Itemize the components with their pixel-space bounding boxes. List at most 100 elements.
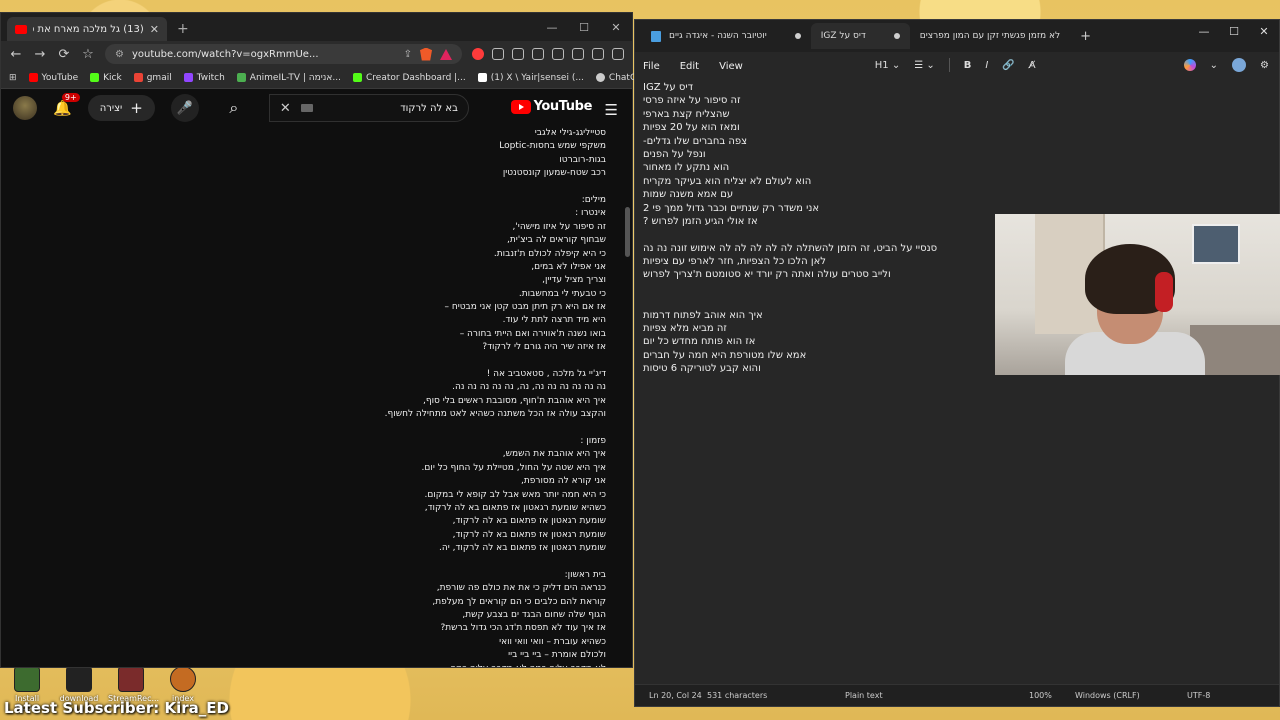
bold-button[interactable]: B bbox=[964, 60, 972, 71]
editor-line[interactable]: צפה בחברים שלו גדלים- bbox=[643, 135, 1063, 148]
tab-close-icon[interactable]: ✕ bbox=[150, 23, 159, 36]
bookmark-creator-dashboard[interactable]: Creator Dashboard |... bbox=[353, 73, 466, 83]
zoom-level[interactable]: 100% bbox=[1029, 691, 1052, 700]
apps-grid-icon[interactable]: ⊞ bbox=[9, 73, 17, 83]
bookmark-youtube[interactable]: YouTube bbox=[28, 73, 78, 83]
site-info-icon[interactable]: ⚙ bbox=[115, 49, 124, 60]
editor-line[interactable]: אני משדר רק שנתיים וכבר גדול ממך פי 2 bbox=[643, 202, 1063, 215]
lyrics-line: שומעת רגאטון אז פתאום בא לה לרקוד, bbox=[452, 516, 606, 527]
editor-line[interactable]: ונפל על הפנים bbox=[643, 148, 1063, 161]
notepad-toolbar: H1 ⌄ ☰ ⌄ B I 🔗 A̸ ⌄ ⚙ bbox=[874, 58, 1269, 72]
tab-title: (13) גל מלכה מארח את סטטיק - ... bbox=[33, 23, 144, 35]
notepad-tab-1[interactable]: יוטיובר השנה - איגדה גיים bbox=[641, 23, 811, 49]
browser-window: (13) גל מלכה מארח את סטטיק - ... ✕ + — ☐… bbox=[0, 12, 665, 668]
scrollbar[interactable] bbox=[625, 207, 630, 257]
lyrics-line: וצריך מציל עדיין, bbox=[542, 275, 606, 286]
record-extension-icon[interactable] bbox=[472, 48, 484, 60]
bookmark-x[interactable]: (1) X \ Yair|sensei (... bbox=[477, 73, 584, 83]
share-icon[interactable]: ⇪ bbox=[404, 49, 412, 60]
avatar[interactable] bbox=[13, 96, 37, 120]
encoding[interactable]: UTF-8 bbox=[1187, 691, 1210, 700]
unsaved-dot-icon bbox=[893, 33, 900, 39]
close-button[interactable]: ✕ bbox=[600, 13, 632, 41]
notepad-menubar: File Edit View H1 ⌄ ☰ ⌄ B I 🔗 A̸ ⌄ ⚙ bbox=[635, 52, 1279, 80]
clear-search-icon[interactable]: ✕ bbox=[280, 101, 291, 116]
hamburger-menu-icon[interactable]: ☰ bbox=[605, 101, 618, 119]
menu-edit[interactable]: Edit bbox=[680, 61, 699, 72]
desktop-icon-index[interactable]: index bbox=[160, 664, 206, 704]
notepad-maximize-button[interactable]: ☐ bbox=[1219, 20, 1249, 42]
brave-shields-icon[interactable] bbox=[420, 47, 432, 61]
puzzle-extensions-icon[interactable] bbox=[512, 48, 524, 60]
download-icon[interactable] bbox=[572, 48, 584, 60]
desktop-icon-install[interactable]: Install Goo... bbox=[4, 664, 50, 712]
lyrics-line: שומעת רגאטון אז פתאום בא לה לרקוד, bbox=[452, 529, 606, 540]
editor-line[interactable]: זה סיפור על איזה פרסי bbox=[643, 94, 1063, 107]
bookmark-gmail[interactable]: gmail bbox=[133, 73, 172, 83]
new-tab-button[interactable]: + bbox=[177, 21, 189, 37]
bookmark-kick[interactable]: Kick bbox=[90, 73, 122, 83]
media-icon[interactable] bbox=[532, 48, 544, 60]
browser-tab-youtube[interactable]: (13) גל מלכה מארח את סטטיק - ... ✕ bbox=[7, 17, 167, 41]
keyboard-icon[interactable] bbox=[300, 104, 313, 112]
clear-formatting-button[interactable]: A̸ bbox=[1029, 60, 1036, 71]
editor-line[interactable]: דיס על IGZ bbox=[643, 81, 1063, 94]
search-button[interactable]: ⌕ bbox=[215, 94, 253, 122]
editor-line[interactable]: ומאז הוא על 20 צפיות bbox=[643, 121, 1063, 134]
editor-line[interactable]: הוא לעולם לא יצליח הוא בעיקר מקריח bbox=[643, 175, 1063, 188]
minimize-button[interactable]: — bbox=[536, 13, 568, 41]
create-button[interactable]: יצירה + bbox=[87, 95, 155, 121]
italic-button[interactable]: I bbox=[985, 60, 988, 71]
lyrics-line: אז איזה שיר היה גורם לי לרקוד? bbox=[482, 342, 606, 353]
account-icon[interactable] bbox=[1232, 58, 1247, 72]
chatgpt-icon bbox=[595, 73, 605, 82]
desktop-icon-download[interactable]: download bbox=[56, 664, 102, 704]
brave-rewards-icon[interactable] bbox=[440, 48, 452, 60]
notepad-minimize-button[interactable]: — bbox=[1189, 20, 1219, 42]
animeil-icon bbox=[236, 73, 246, 82]
url-text[interactable]: youtube.com/watch?v=ogxRmmUe... bbox=[132, 49, 396, 60]
lyrics-line: שבחוף קוראים לה ביצ'ית, bbox=[507, 235, 606, 246]
menu-icon[interactable] bbox=[612, 48, 624, 60]
forward-button[interactable]: → bbox=[33, 47, 47, 62]
bookmark-animeil[interactable]: AnimeIL-TV | אנימה... bbox=[236, 73, 341, 83]
maximize-button[interactable]: ☐ bbox=[568, 13, 600, 41]
youtube-logo[interactable]: YouTube bbox=[510, 99, 592, 114]
wallet-icon[interactable] bbox=[592, 48, 604, 60]
link-button[interactable]: 🔗 bbox=[1002, 60, 1014, 71]
reload-button[interactable]: ⟳ bbox=[57, 47, 71, 62]
lyrics-line: אז אם היא רק תיתן מבט קטן אני מבטיח – bbox=[444, 302, 606, 313]
notepad-new-tab-button[interactable]: + bbox=[1070, 29, 1101, 44]
heading-dropdown[interactable]: H1 ⌄ bbox=[875, 60, 900, 71]
desktop-icon-streamrec[interactable]: StreamRec... bbox=[108, 664, 159, 704]
search-input[interactable]: בא לה לרקוד ✕ bbox=[268, 94, 469, 122]
notepad-tab-3[interactable]: לא מזמן פגשתי זקן עם המון מפרצים bbox=[910, 23, 1070, 49]
url-bar[interactable]: ⚙ youtube.com/watch?v=ogxRmmUe... ⇪ bbox=[105, 44, 462, 64]
webcam-poster bbox=[1192, 224, 1240, 264]
notepad-tab-2[interactable]: דיס על IGZ bbox=[810, 23, 910, 49]
editor-line[interactable]: שהצליח קצת בארפי bbox=[643, 108, 1063, 121]
notifications-button[interactable]: 🔔 9+ bbox=[53, 93, 80, 117]
youtube-icon bbox=[28, 73, 38, 82]
menu-file[interactable]: File bbox=[643, 61, 660, 72]
list-dropdown[interactable]: ☰ ⌄ bbox=[914, 60, 935, 71]
character-count: 531 characters bbox=[707, 691, 768, 700]
line-ending[interactable]: Windows (CRLF) bbox=[1075, 691, 1140, 700]
notepad-close-button[interactable]: ✕ bbox=[1249, 20, 1279, 42]
editor-line[interactable]: עם אמא משנה שמות bbox=[643, 188, 1063, 201]
bookmark-button[interactable]: ☆ bbox=[81, 47, 95, 62]
settings-gear-icon[interactable]: ⚙ bbox=[1260, 60, 1269, 71]
copilot-icon[interactable] bbox=[1183, 59, 1196, 71]
lyrics-line: בית ראשון: bbox=[564, 569, 606, 580]
text-format[interactable]: Plain text bbox=[845, 691, 883, 700]
menu-view[interactable]: View bbox=[719, 61, 743, 72]
lyrics-line: שומעת רגאטון אז פתאום בא לה לרקוד, יה. bbox=[439, 543, 606, 554]
bookmark-twitch[interactable]: Twitch bbox=[183, 73, 225, 83]
latest-subscriber-overlay: Latest Subscriber: Kira_ED bbox=[4, 699, 229, 717]
back-button[interactable]: ← bbox=[9, 47, 23, 62]
lyrics-line bbox=[46, 556, 606, 569]
editor-line[interactable]: הוא נתקע לו מאחור bbox=[643, 161, 1063, 174]
sidebar-icon[interactable] bbox=[552, 48, 564, 60]
extension-icon[interactable] bbox=[492, 48, 504, 60]
voice-search-button[interactable]: 🎤 bbox=[170, 94, 199, 122]
